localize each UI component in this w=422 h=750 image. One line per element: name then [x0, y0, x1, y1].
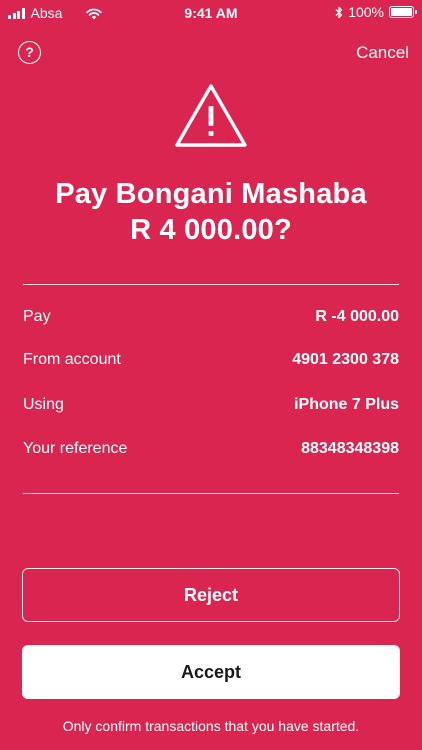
detail-value: iPhone 7 Plus — [294, 396, 399, 413]
footer-note: Only confirm transactions that you have … — [62, 718, 360, 734]
detail-row-reference: Your reference 88348348398 — [23, 438, 399, 460]
detail-value: 88348348398 — [301, 440, 399, 457]
payment-title-amount: R 4 000.00? — [130, 214, 292, 246]
detail-row-from-account: From account 4901 2300 378 — [23, 349, 399, 371]
detail-row-using: Using iPhone 7 Plus — [23, 394, 399, 416]
cancel-button[interactable]: Cancel — [356, 43, 409, 63]
bluetooth-icon — [335, 6, 343, 18]
detail-label: Using — [23, 396, 64, 413]
detail-row-pay: Pay R -4 000.00 — [23, 306, 399, 328]
help-button[interactable]: ? — [18, 41, 41, 64]
divider-top — [23, 284, 399, 285]
payment-title-recipient: Pay Bongani Mashaba — [55, 178, 367, 210]
detail-label: Your reference — [23, 440, 128, 457]
status-bar: Absa 9:41 AM 100% — [0, 0, 422, 26]
battery-percent: 100% — [348, 4, 384, 20]
detail-label: From account — [23, 351, 121, 368]
payment-confirmation-screen: Absa 9:41 AM 100% ? Cancel Pay Bongani M… — [0, 0, 422, 750]
reject-button[interactable]: Reject — [22, 568, 400, 622]
divider-bottom — [23, 493, 399, 494]
accept-button[interactable]: Accept — [22, 645, 400, 699]
payment-title: Pay Bongani Mashaba R 4 000.00? — [0, 176, 422, 248]
detail-label: Pay — [23, 308, 51, 325]
warning-icon — [175, 84, 247, 147]
battery-icon — [389, 6, 417, 18]
detail-value: 4901 2300 378 — [292, 351, 399, 368]
status-right: 100% — [335, 4, 417, 20]
detail-value: R -4 000.00 — [315, 308, 399, 325]
